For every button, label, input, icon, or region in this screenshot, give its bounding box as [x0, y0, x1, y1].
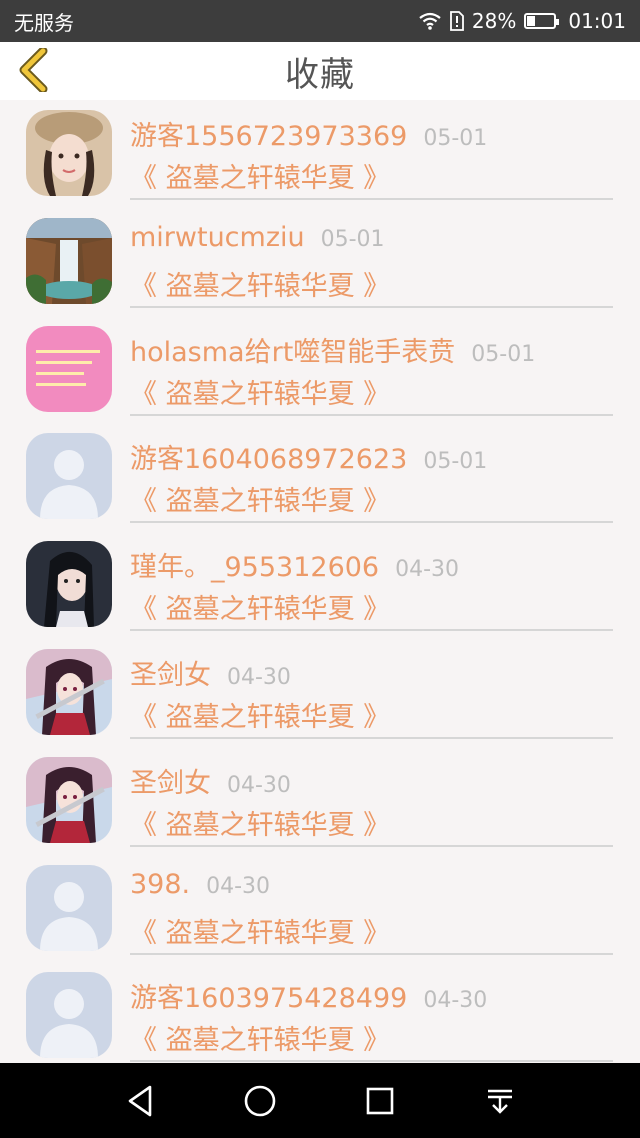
- username[interactable]: 游客1603975428499: [130, 976, 407, 1015]
- back-button[interactable]: [10, 46, 58, 96]
- avatar[interactable]: [26, 756, 112, 843]
- divider: [130, 413, 613, 416]
- item-header: 游客1604068972623 05-01: [130, 437, 487, 476]
- username[interactable]: 瑾年。_955312606: [130, 545, 379, 584]
- book-title[interactable]: 《 盗墓之轩辕华夏 》: [130, 911, 390, 950]
- date: 04-30: [227, 772, 291, 798]
- system-back-button[interactable]: [110, 1071, 170, 1131]
- divider: [130, 736, 613, 739]
- username[interactable]: 圣剑女: [130, 653, 211, 692]
- divider: [130, 629, 613, 632]
- divider: [130, 521, 613, 524]
- system-notification-button[interactable]: [470, 1071, 530, 1131]
- username[interactable]: 游客1556723973369: [130, 114, 407, 153]
- date: 05-01: [320, 226, 385, 252]
- item-header: 瑾年。_955312606 04-30: [130, 545, 459, 584]
- battery-icon: [524, 13, 560, 29]
- item-header: 游客1556723973369 05-01: [130, 114, 487, 153]
- recents-square-icon: [366, 1087, 394, 1114]
- notification-pull-down-icon: [488, 1089, 512, 1114]
- book-title[interactable]: 《 盗墓之轩辕华夏 》: [130, 1018, 390, 1057]
- back-triangle-icon: [128, 1085, 152, 1116]
- avatar[interactable]: [26, 325, 112, 412]
- list-item[interactable]: 瑾年。_955312606 04-30 《 盗墓之轩辕华夏 》: [0, 531, 640, 639]
- book-title[interactable]: 《 盗墓之轩辕华夏 》: [130, 803, 390, 842]
- date: 04-30: [227, 664, 291, 690]
- divider: [130, 844, 613, 847]
- date: 04-30: [395, 557, 460, 583]
- item-header: 圣剑女 04-30: [130, 653, 291, 692]
- favorites-list[interactable]: 游客1556723973369 05-01 《 盗墓之轩辕华夏 》 mirwtu…: [0, 100, 640, 1063]
- book-title[interactable]: 《 盗墓之轩辕华夏 》: [130, 479, 390, 518]
- battery-level: [527, 16, 535, 26]
- carrier-text: 无服务: [14, 10, 74, 35]
- system-nav-bar: [0, 1063, 640, 1138]
- battery-percent: 28%: [471, 9, 517, 33]
- list-item[interactable]: 游客1603975428499 04-30 《 盗墓之轩辕华夏 》: [0, 962, 640, 1063]
- book-title[interactable]: 《 盗墓之轩辕华夏 》: [130, 587, 390, 626]
- username[interactable]: 圣剑女: [130, 761, 211, 800]
- page-title: 收藏: [285, 54, 355, 95]
- wifi-icon: [418, 11, 442, 31]
- avatar[interactable]: [26, 864, 112, 951]
- avatar[interactable]: [26, 217, 112, 304]
- status-bar: 无服务 28% 01:01: [0, 0, 640, 42]
- list-item[interactable]: 圣剑女 04-30 《 盗墓之轩辕华夏 》: [0, 747, 640, 855]
- date: 05-01: [423, 449, 488, 475]
- item-header: 圣剑女 04-30: [130, 761, 291, 800]
- item-header: 398. 04-30: [130, 869, 270, 900]
- list-item[interactable]: 游客1556723973369 05-01 《 盗墓之轩辕华夏 》: [0, 100, 640, 208]
- item-header: 游客1603975428499 04-30: [130, 976, 487, 1015]
- item-header: holasma给rt噬智能手表贲 05-01: [130, 330, 535, 369]
- book-title[interactable]: 《 盗墓之轩辕华夏 》: [130, 156, 390, 195]
- list-item[interactable]: 圣剑女 04-30 《 盗墓之轩辕华夏 》: [0, 639, 640, 747]
- divider: [130, 952, 613, 955]
- divider: [130, 198, 613, 200]
- title-bar: 收藏: [0, 42, 640, 100]
- avatar[interactable]: [26, 648, 112, 735]
- system-home-button[interactable]: [230, 1071, 290, 1131]
- divider: [130, 305, 613, 308]
- username[interactable]: holasma给rt噬智能手表贲: [130, 330, 455, 369]
- list-item[interactable]: holasma给rt噬智能手表贲 05-01 《 盗墓之轩辕华夏 》: [0, 316, 640, 424]
- chevron-left-icon: [17, 46, 51, 96]
- book-title[interactable]: 《 盗墓之轩辕华夏 》: [130, 695, 390, 734]
- home-circle-icon: [244, 1085, 276, 1116]
- avatar[interactable]: [26, 972, 112, 1059]
- avatar[interactable]: [26, 433, 112, 520]
- avatar[interactable]: [26, 110, 112, 196]
- system-recents-button[interactable]: [350, 1071, 410, 1131]
- list-item[interactable]: 398. 04-30 《 盗墓之轩辕华夏 》: [0, 855, 640, 963]
- clock: 01:01: [568, 9, 626, 33]
- book-title[interactable]: 《 盗墓之轩辕华夏 》: [130, 372, 390, 411]
- date: 04-30: [206, 873, 271, 899]
- avatar[interactable]: [26, 541, 112, 628]
- status-icons: 28% 01:01: [418, 9, 626, 33]
- date: 05-01: [471, 341, 536, 367]
- book-title[interactable]: 《 盗墓之轩辕华夏 》: [130, 264, 390, 303]
- date: 05-01: [423, 126, 488, 151]
- list-item[interactable]: mirwtucmziu 05-01 《 盗墓之轩辕华夏 》: [0, 208, 640, 316]
- username[interactable]: 游客1604068972623: [130, 437, 407, 476]
- list-item[interactable]: 游客1604068972623 05-01 《 盗墓之轩辕华夏 》: [0, 423, 640, 531]
- no-sim-icon: [450, 11, 464, 31]
- username[interactable]: mirwtucmziu: [130, 222, 305, 253]
- item-header: mirwtucmziu 05-01: [130, 222, 385, 253]
- username[interactable]: 398.: [130, 869, 190, 900]
- date: 04-30: [423, 988, 488, 1014]
